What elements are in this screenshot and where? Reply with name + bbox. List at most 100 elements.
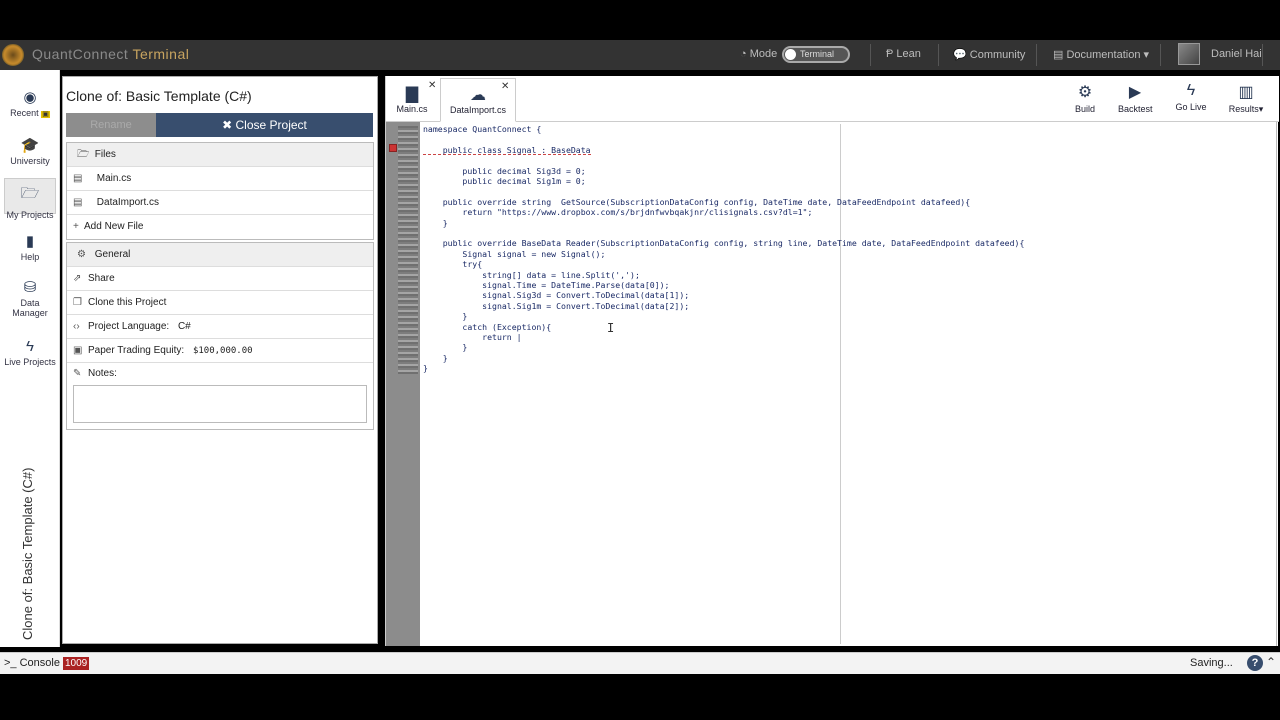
code-line: signal.Time = DateTime.Parse(data[0]); — [423, 280, 670, 290]
code-icon: ‹› — [73, 321, 80, 332]
editor-area: ▇ Main.cs ✕ ☁ DataImport.cs ✕ ⚙ Build ▶ … — [385, 76, 1279, 646]
close-project-button[interactable]: ✖ Close Project — [156, 113, 373, 137]
toolbar-label: Build — [1074, 104, 1095, 114]
toolbar-label: Results — [1228, 104, 1259, 114]
bolt-icon: ϟ — [1186, 82, 1196, 99]
chevron-up-icon[interactable]: ⌃ — [1266, 655, 1276, 669]
file-item-main[interactable]: ▤ Main.cs — [67, 167, 373, 191]
file-name: DataImport.cs — [96, 197, 160, 208]
mode-label: ◔ Mode — [740, 48, 777, 60]
nav-lean-label: Lean — [896, 48, 921, 60]
console-button[interactable]: >_ Console — [4, 657, 60, 669]
sidebar-item-label: Data Manager — [12, 298, 48, 318]
code-line: public decimal Sig3d = 0; — [423, 165, 586, 176]
files-list: 🗁 Files ▤ Main.cs ▤ DataImport.cs + Add N… — [66, 142, 374, 240]
language-label: Project Language: — [88, 321, 170, 332]
files-header-label: Files — [94, 149, 116, 160]
clone-icon: ❐ — [73, 297, 82, 308]
brand-title[interactable]: QuantConnect Terminal — [32, 46, 189, 62]
sidebar-item-label: Live Projects — [4, 357, 56, 367]
book-icon: ▮ — [25, 233, 35, 250]
file-item-dataimport[interactable]: ▤ DataImport.cs — [67, 191, 373, 215]
nav-divider — [1160, 44, 1161, 66]
equity-label: Paper Trading Equity: — [88, 345, 185, 356]
nav-lean[interactable]: Ᵽ Lean — [886, 48, 921, 60]
nav-divider — [870, 44, 871, 66]
share-button[interactable]: ⇗ Share — [67, 267, 373, 291]
saving-status: Saving... — [1190, 657, 1233, 669]
nav-community[interactable]: 💬 Community — [953, 48, 1025, 61]
code-editor[interactable]: namespace QuantConnect { public class Si… — [423, 124, 1273, 644]
caret-down-icon: ▾ — [1258, 104, 1264, 114]
code-line: catch (Exception){ — [423, 321, 552, 332]
edit-icon: ✎ — [73, 368, 82, 379]
bar-chart-icon: ▥ — [1238, 84, 1254, 101]
sidebar-item-my-projects[interactable]: 🗁 My Projects — [4, 178, 56, 220]
code-line: try{ — [423, 259, 483, 270]
results-button[interactable]: ▥ Results▾ — [1225, 82, 1267, 115]
nav-documentation[interactable]: ▤ Documentation ▾ — [1053, 48, 1149, 61]
toolbar-label: Backtest — [1118, 104, 1153, 114]
user-name[interactable]: Daniel Hai — [1211, 48, 1262, 60]
status-bar: >_ Console 1009 Saving... ? ⌃ — [0, 652, 1280, 674]
folder-open-icon: 🗁 — [20, 185, 40, 202]
tab-label: Main.cs — [396, 104, 428, 114]
language-value[interactable]: C# — [178, 321, 191, 332]
error-marker-icon[interactable] — [389, 144, 397, 152]
code-line-error: public class Signal : BaseData — [423, 144, 591, 155]
clone-project-button[interactable]: ❐ Clone this Project — [67, 291, 373, 315]
avatar[interactable] — [1178, 43, 1200, 65]
plus-icon: + — [73, 221, 79, 232]
top-navbar: QuantConnect Terminal ◔ Mode Terminal Ᵽ … — [0, 40, 1280, 70]
general-header[interactable]: ⚙ General — [67, 243, 373, 267]
app-root: QuantConnect Terminal ◔ Mode Terminal Ᵽ … — [0, 0, 1280, 720]
code-line: } — [423, 352, 448, 363]
terminal-icon: >_ — [4, 657, 17, 669]
rename-button[interactable]: Rename — [66, 113, 156, 137]
sidebar-item-data-manager[interactable]: ⛁ Data Manager — [0, 278, 60, 318]
money-icon: ▣ — [73, 345, 83, 356]
build-button[interactable]: ⚙ Build — [1074, 82, 1096, 114]
file-name: Main.cs — [96, 173, 132, 184]
backtest-button[interactable]: ▶ Backtest — [1118, 82, 1153, 114]
file-icon: ▇ — [405, 86, 419, 103]
sidebar-item-live-projects[interactable]: ϟ Live Projects — [0, 338, 60, 367]
add-new-file-button[interactable]: + Add New File — [67, 215, 373, 239]
caret-down-icon: ▾ — [1143, 49, 1150, 61]
code-line: } — [423, 342, 468, 353]
mode-label-text: Mode — [749, 48, 778, 60]
tab-main-cs[interactable]: ▇ Main.cs ✕ — [392, 78, 436, 122]
code-line: } — [423, 311, 468, 322]
toolbar-label: Go Live — [1175, 102, 1207, 112]
code-line: public override BaseData Reader(Subscrip… — [423, 238, 1025, 249]
sidebar-item-label: My Projects — [6, 210, 54, 220]
equity-value[interactable]: $100,000.00 — [193, 346, 253, 356]
sidebar-item-recent[interactable]: ◉ Recent ▣ — [0, 88, 60, 118]
sidebar-item-label: University — [10, 156, 50, 166]
sidebar-item-university[interactable]: 🎓 University — [0, 136, 60, 166]
code-line: return "https://www.dropbox.com/s/brjdnf… — [423, 207, 813, 218]
sidebar-item-help[interactable]: ▮ Help — [0, 232, 60, 262]
rss-icon: ◉ — [23, 89, 37, 106]
comments-icon: 💬 — [953, 49, 967, 61]
database-icon: ⛁ — [23, 279, 37, 296]
nav-documentation-label: Documentation — [1066, 49, 1141, 61]
code-line: return | — [423, 332, 522, 342]
tab-dataimport-cs[interactable]: ☁ DataImport.cs ✕ — [440, 78, 516, 122]
close-icon[interactable]: ✕ — [501, 81, 509, 92]
quantconnect-logo-icon[interactable] — [2, 44, 24, 66]
close-icon[interactable]: ✕ — [428, 80, 436, 91]
help-icon[interactable]: ? — [1247, 655, 1263, 671]
brand-main: QuantConnect — [32, 46, 129, 62]
go-live-button[interactable]: ϟ Go Live — [1175, 82, 1207, 112]
mode-toggle[interactable]: Terminal — [782, 46, 850, 63]
play-icon: ▶ — [1128, 84, 1142, 101]
nav-community-label: Community — [969, 49, 1026, 61]
notes-textarea[interactable] — [73, 385, 367, 423]
code-line: signal.Sig1m = Convert.ToDecimal(data[2]… — [423, 300, 690, 311]
files-header[interactable]: 🗁 Files — [67, 143, 373, 167]
tab-label: DataImport.cs — [449, 105, 507, 115]
brand-sub: Terminal — [132, 46, 190, 62]
file-icon: ▤ — [73, 197, 83, 208]
general-list: ⚙ General ⇗ Share ❐ Clone this Project ‹› P… — [66, 242, 374, 430]
